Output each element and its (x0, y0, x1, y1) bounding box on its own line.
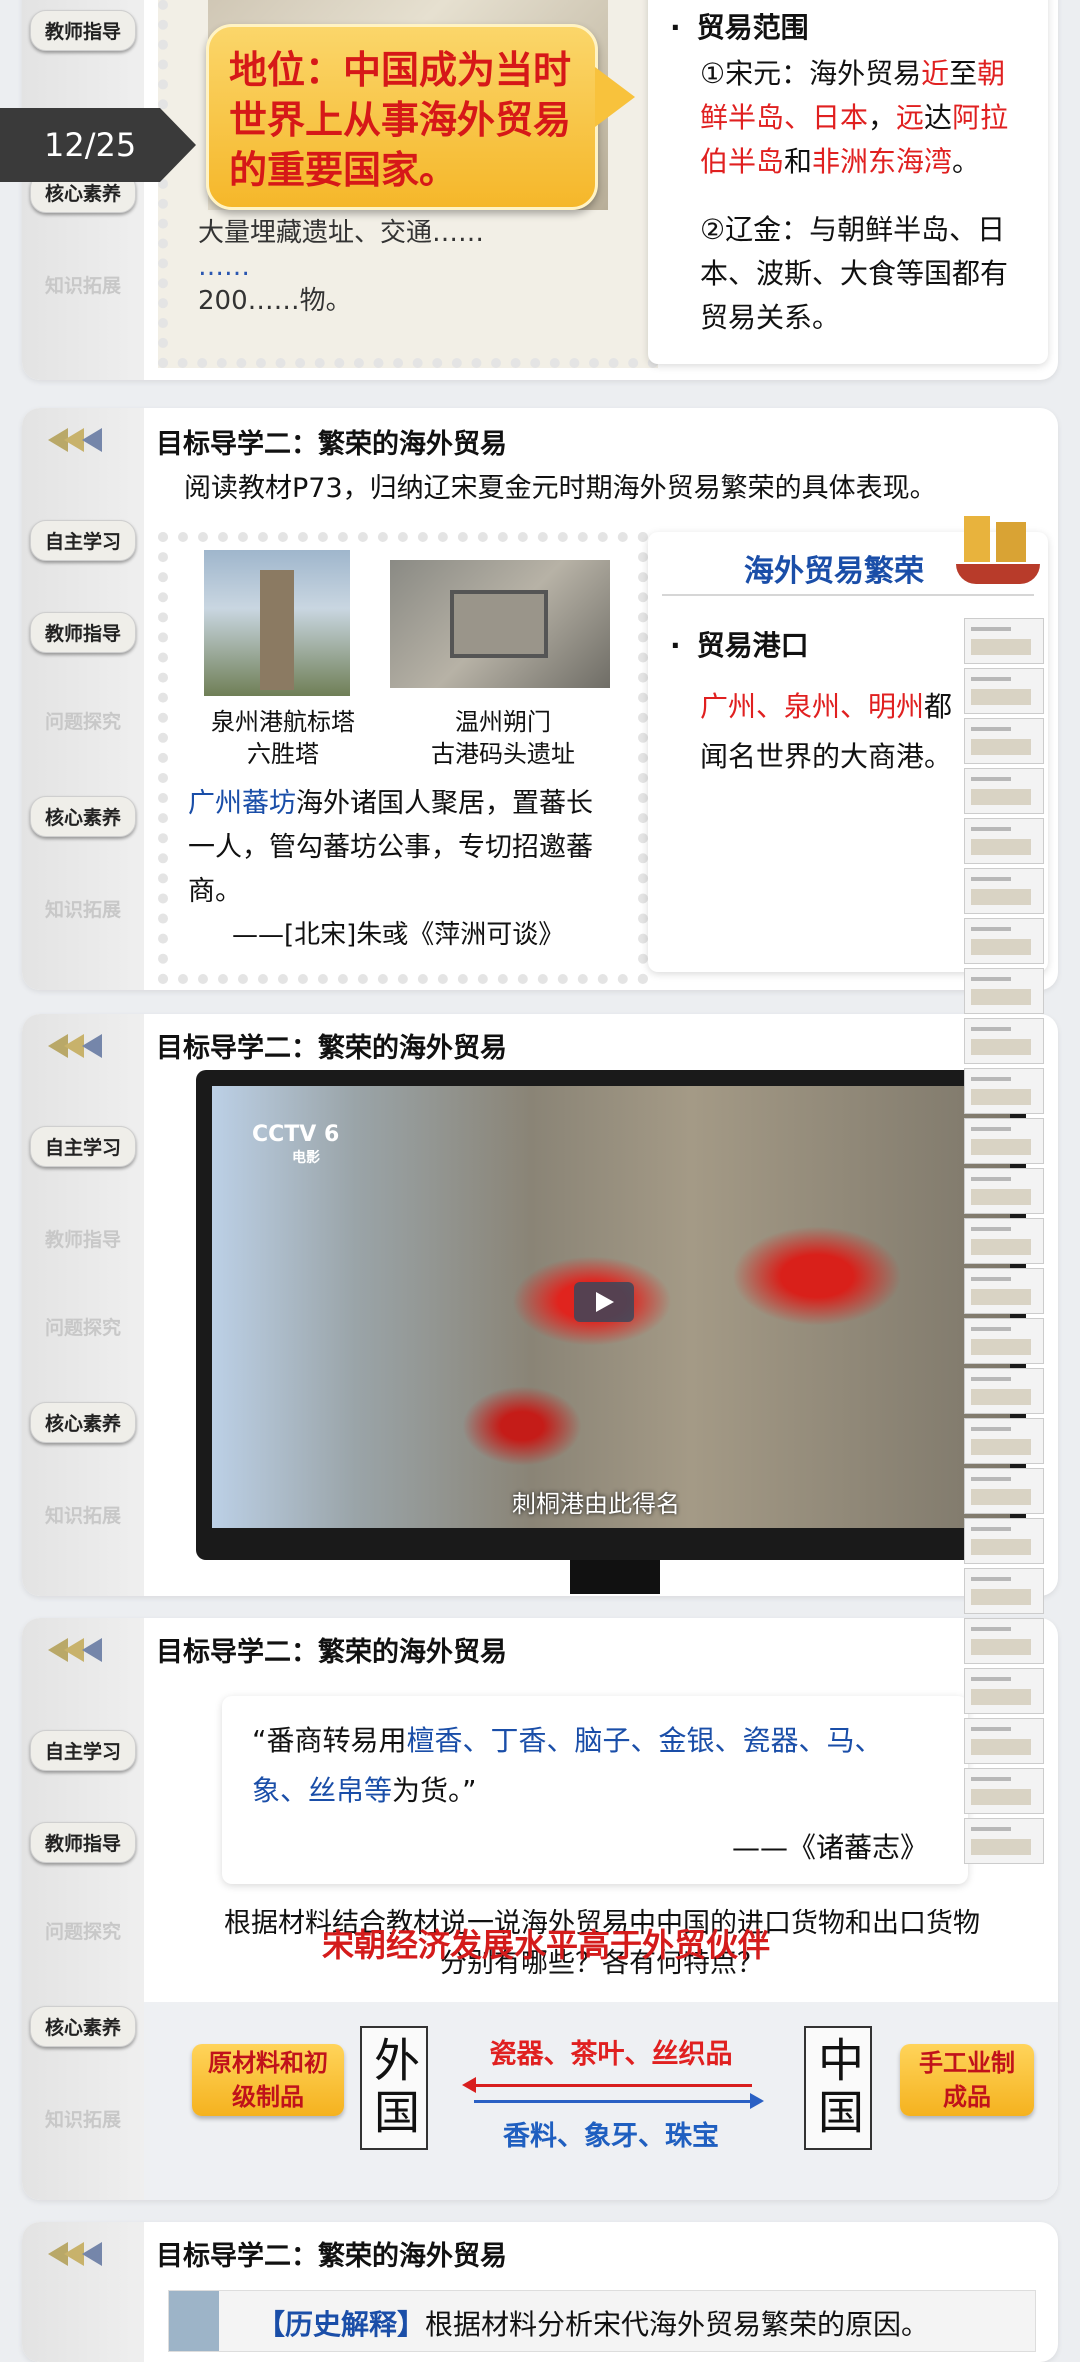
export-goods: 瓷器、茶叶、丝织品 (489, 2039, 733, 2070)
nav-teacher-guide[interactable]: 教师指导 (22, 610, 144, 654)
thumbnail[interactable] (964, 1518, 1044, 1564)
nav-self-study[interactable]: 自主学习 (22, 518, 144, 562)
nav-teacher-guide[interactable]: 教师指导 (22, 1820, 144, 1864)
zhufan-quote-card: “番商转易用檀香、丁香、脑子、金银、瓷器、马、 象、丝帛等为货。” ——《诸蕃志… (222, 1696, 968, 1884)
thumbnail[interactable] (964, 718, 1044, 764)
foreign-box: 外国 (360, 2026, 428, 2150)
right-tag: 手工业制成品 (900, 2044, 1034, 2116)
thumbnail[interactable] (964, 818, 1044, 864)
thumbnail[interactable] (964, 1018, 1044, 1064)
quote-source: ——[北宋]朱彧《萍洲可谈》 (232, 920, 565, 950)
instruction-text: 阅读教材P73，归纳辽宋夏金元时期海外贸易繁荣的具体表现。 (184, 473, 937, 504)
thumbnail[interactable] (964, 768, 1044, 814)
nav-extension[interactable]: 知识拓展 (22, 2096, 144, 2140)
fanfang-quote: 广州蕃坊海外诸国人聚居，置蕃长一人，管勾蕃坊公事，专切招邀蕃商。 (188, 788, 593, 907)
video-monitor[interactable]: CCTV 6 电影 刺桐港由此得名 (196, 1070, 1026, 1594)
thumbnail[interactable] (964, 668, 1044, 714)
harbor-image (390, 560, 610, 688)
nav-core[interactable]: 核心素养 (22, 794, 144, 838)
nav-extension[interactable]: 知识拓展 (22, 262, 144, 306)
import-goods: 香料、象牙、珠宝 (503, 2121, 719, 2152)
history-explain-bar: 【历史解释】根据材料分析宋代海外贸易繁荣的原因。 (168, 2290, 1036, 2352)
status-callout: 地位：中国成为当时世界上从事海外贸易的重要国家。 (206, 24, 635, 210)
nav-extension[interactable]: 知识拓展 (22, 886, 144, 930)
thumbnail[interactable] (964, 1168, 1044, 1214)
img2-caption: 温州朔门 古港码头遗址 (431, 708, 575, 768)
thumbnail[interactable] (964, 1118, 1044, 1164)
trade-range-title: 贸易范围 (696, 11, 809, 44)
thumbnail[interactable] (964, 1368, 1044, 1414)
nav-teacher-guide[interactable]: 教师指导 (22, 1216, 144, 1260)
thumbnail[interactable] (964, 1468, 1044, 1514)
thumbnail[interactable] (964, 1268, 1044, 1314)
slide-1-sidebar: 教师指导 核心素养 知识拓展 (22, 0, 144, 380)
slide-title: 目标导学二：繁荣的海外贸易 (156, 1033, 507, 1064)
thumbnail[interactable] (964, 1668, 1044, 1714)
slide-title: 目标导学二：繁荣的海外贸易 (156, 1637, 507, 1668)
thumbnail[interactable] (964, 868, 1044, 914)
china-box: 中国 (804, 2026, 872, 2150)
trade-range-card: · 贸易范围 ①宋元：海外贸易近至朝鲜半岛、日本，远达阿拉伯半岛和非洲东海湾。 ②… (648, 0, 1048, 364)
thumbnail[interactable] (964, 1568, 1044, 1614)
port-title: 贸易港口 (696, 629, 809, 662)
banner-title: 海外贸易繁荣 (744, 554, 924, 589)
liao-jin-range: ②辽金：与朝鲜半岛、日本、波斯、大食等国都有贸易关系。 (700, 213, 1009, 334)
nav-core[interactable]: 核心素养 (22, 2004, 144, 2048)
slide-title: 目标导学二：繁荣的海外贸易 (156, 2241, 507, 2272)
slide-3[interactable]: 自主学习 教师指导 问题探究 核心素养 知识拓展 目标导学二：繁荣的海外贸易 C… (22, 1014, 1058, 1596)
junk-ship-icon (956, 516, 1040, 592)
slide-2-sidebar: 自主学习 教师指导 问题探究 核心素养 知识拓展 (22, 408, 144, 990)
thumbnail[interactable] (964, 1768, 1044, 1814)
slide-5[interactable]: 目标导学二：繁荣的海外贸易 【历史解释】根据材料分析宋代海外贸易繁荣的原因。 (22, 2222, 1058, 2362)
thumbnail[interactable] (964, 1718, 1044, 1764)
thumbnail[interactable] (964, 1318, 1044, 1364)
nav-extension[interactable]: 知识拓展 (22, 1492, 144, 1536)
thumbnail[interactable] (964, 1818, 1044, 1864)
nav-inquiry[interactable]: 问题探究 (22, 1908, 144, 1952)
thumbnail[interactable] (964, 918, 1044, 964)
ports-text: 广州、泉州、明州都 闻名世界的大商港。 (700, 690, 953, 773)
nav-inquiry[interactable]: 问题探究 (22, 698, 144, 742)
left-tag: 原材料和初级制品 (192, 2044, 344, 2116)
channel-logo: CCTV 6 电影 (252, 1122, 340, 1166)
pagoda-image (204, 550, 350, 696)
thumbnail[interactable] (964, 618, 1044, 664)
slide-2[interactable]: 自主学习 教师指导 问题探究 核心素养 知识拓展 目标导学二：繁荣的海外贸易 阅… (22, 408, 1058, 990)
thumbnail[interactable] (964, 1218, 1044, 1264)
trade-diagram: 原材料和初级制品 外国 瓷器、茶叶、丝织品 香料、象牙、珠宝 中国 手工业制成品 (144, 2002, 1058, 2200)
nav-core[interactable]: 核心素养 (22, 1400, 144, 1444)
thumbnail[interactable] (964, 1618, 1044, 1664)
slide-3-sidebar: 自主学习 教师指导 问题探究 核心素养 知识拓展 (22, 1014, 144, 1596)
thumbnail-strip[interactable] (964, 618, 1048, 1868)
stamp-caption: 大量埋藏遗址、交通…… …… 200……物。 (198, 218, 485, 316)
thumbnail[interactable] (964, 1418, 1044, 1464)
img1-caption: 泉州港航标塔 六胜塔 (211, 708, 355, 768)
slide-title: 目标导学二：繁荣的海外贸易 (156, 429, 507, 460)
import-arrow-icon (474, 2093, 764, 2109)
video-subtitle: 刺桐港由此得名 (512, 1490, 680, 1518)
song-yuan-range: ①宋元：海外贸易近至朝鲜半岛、日本，远达阿拉伯半岛和非洲东海湾。 (700, 57, 1009, 178)
thumbnail[interactable] (964, 968, 1044, 1014)
slide-2-stamp: 泉州港航标塔 六胜塔 温州朔门 古港码头遗址 广州蕃坊海外诸国人聚居，置蕃长一人，管… (158, 532, 648, 984)
quote-source: ——《诸蕃志》 (731, 1831, 928, 1864)
nav-teacher-guide[interactable]: 教师指导 (22, 8, 144, 52)
nav-inquiry[interactable]: 问题探究 (22, 1304, 144, 1348)
slide-1[interactable]: 教师指导 核心素养 知识拓展 大量埋藏遗址、交通…… …… 200……物。 地位… (22, 0, 1058, 380)
export-arrow-icon (462, 2077, 752, 2093)
overlay-conclusion: 宋朝经济发展水平高于外贸伙伴 (322, 1926, 771, 1964)
page-indicator: 12/25 (0, 108, 196, 182)
play-icon[interactable] (574, 1282, 634, 1322)
nav-self-study[interactable]: 自主学习 (22, 1728, 144, 1772)
nav-self-study[interactable]: 自主学习 (22, 1124, 144, 1168)
video-frame[interactable]: CCTV 6 电影 刺桐港由此得名 (212, 1086, 1010, 1528)
slide-4[interactable]: 自主学习 教师指导 问题探究 核心素养 知识拓展 目标导学二：繁荣的海外贸易 “… (22, 1618, 1058, 2200)
thumbnail[interactable] (964, 1068, 1044, 1114)
slide-4-sidebar: 自主学习 教师指导 问题探究 核心素养 知识拓展 (22, 1618, 144, 2200)
slide-5-sidebar (22, 2222, 144, 2362)
